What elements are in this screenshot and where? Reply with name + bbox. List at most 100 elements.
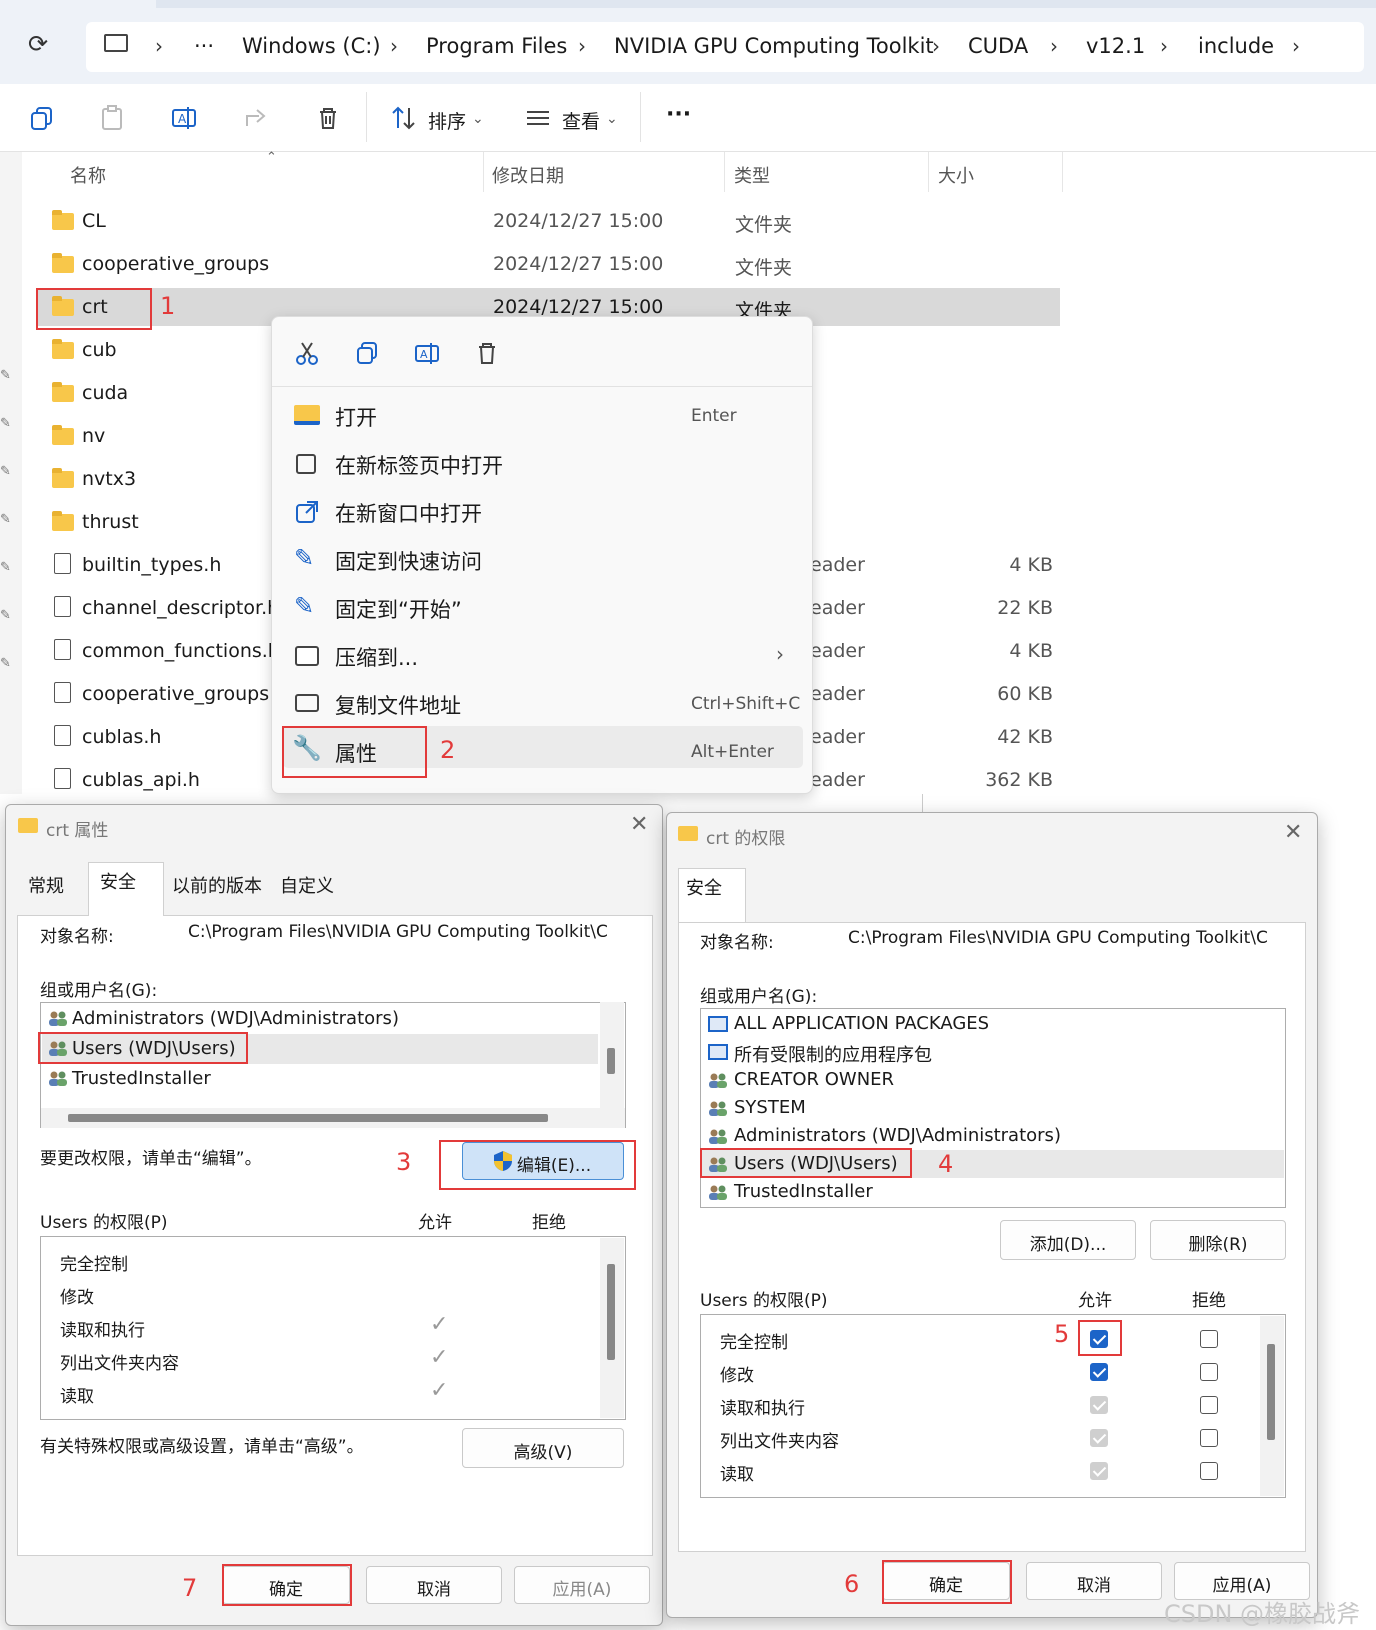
sort-button[interactable]: 排序 — [428, 107, 466, 134]
menu-item-compress[interactable]: 压缩到... — [335, 642, 418, 672]
cut-icon[interactable] — [294, 340, 320, 366]
column-header-date[interactable]: 修改日期 — [492, 162, 564, 188]
menu-item-copy-path[interactable]: 复制文件地址 — [335, 690, 461, 720]
menu-item-pin-quick-access[interactable]: 固定到快速访问 — [335, 546, 482, 576]
user-item[interactable]: Administrators (WDJ\Administrators) — [734, 1125, 1061, 1146]
user-item[interactable]: Administrators (WDJ\Administrators) — [72, 1008, 399, 1029]
user-item[interactable]: ALL APPLICATION PACKAGES — [734, 1013, 989, 1034]
file-name[interactable]: cuda — [82, 382, 128, 404]
advanced-button[interactable]: 高级(V) — [462, 1428, 624, 1468]
tab-custom[interactable]: 自定义 — [280, 872, 334, 898]
close-icon[interactable]: ✕ — [630, 812, 648, 837]
scrollbar-thumb[interactable] — [1267, 1344, 1275, 1440]
file-name[interactable]: channel_descriptor.h — [82, 597, 279, 619]
chevron-right-icon[interactable]: › — [1160, 34, 1168, 58]
copy-icon[interactable] — [354, 340, 380, 366]
apply-button[interactable]: 应用(A) — [514, 1566, 650, 1604]
tab-previous-versions[interactable]: 以前的版本 — [172, 872, 262, 898]
breadcrumb-version[interactable]: v12.1 — [1086, 34, 1145, 58]
breadcrumb-include[interactable]: include — [1198, 34, 1274, 58]
paste-icon[interactable] — [98, 104, 126, 132]
file-name[interactable]: cooperative_groups.h — [82, 683, 287, 705]
tab-security[interactable]: 安全 — [686, 874, 722, 900]
chevron-right-icon[interactable]: › — [390, 34, 398, 58]
menu-item-pin-start[interactable]: 固定到“开始” — [335, 594, 462, 624]
deny-checkbox[interactable] — [1200, 1462, 1218, 1480]
file-name[interactable]: CL — [82, 210, 106, 232]
zip-icon — [295, 646, 319, 666]
deny-checkbox[interactable] — [1200, 1396, 1218, 1414]
cancel-button[interactable]: 取消 — [1026, 1562, 1162, 1600]
remove-button[interactable]: 删除(R) — [1150, 1220, 1286, 1260]
delete-icon[interactable] — [474, 340, 500, 366]
chevron-right-icon[interactable]: › — [578, 34, 586, 58]
tab-security[interactable]: 安全 — [100, 868, 136, 894]
perm-name: 完全控制 — [60, 1255, 128, 1275]
scrollbar-thumb[interactable] — [607, 1048, 615, 1074]
chevron-down-icon[interactable]: ⌄ — [606, 111, 618, 127]
user-item[interactable]: TrustedInstaller — [734, 1181, 873, 1202]
column-divider[interactable] — [724, 152, 725, 192]
user-item[interactable]: SYSTEM — [734, 1097, 806, 1118]
delete-icon[interactable] — [314, 104, 342, 132]
chevron-right-icon[interactable]: › — [932, 34, 940, 58]
deny-checkbox[interactable] — [1200, 1363, 1218, 1381]
user-item[interactable]: CREATOR OWNER — [734, 1069, 894, 1090]
refresh-icon[interactable]: ⟳ — [28, 30, 48, 58]
scrollbar-thumb[interactable] — [68, 1114, 548, 1122]
column-header-type[interactable]: 类型 — [734, 162, 770, 188]
user-item[interactable]: 所有受限制的应用程序包 — [734, 1041, 932, 1067]
breadcrumb-drive[interactable]: Windows (C:) — [242, 34, 381, 58]
view-icon[interactable] — [524, 104, 552, 132]
file-name[interactable]: cooperative_groups — [82, 253, 269, 275]
chevron-right-icon[interactable]: › — [155, 34, 163, 58]
deny-checkbox[interactable] — [1200, 1429, 1218, 1447]
allow-checkbox — [1090, 1462, 1108, 1480]
chevron-right-icon[interactable]: › — [1292, 34, 1300, 58]
computer-icon[interactable] — [104, 34, 128, 52]
rename-icon[interactable]: A — [170, 104, 198, 132]
chevron-down-icon[interactable]: ⌄ — [472, 111, 484, 127]
rename-icon[interactable]: A — [414, 340, 440, 366]
column-divider[interactable] — [928, 152, 929, 192]
menu-item-open-new-tab[interactable]: 在新标签页中打开 — [335, 450, 503, 480]
file-size: 60 KB — [997, 683, 1053, 705]
file-name[interactable]: common_functions.h — [82, 640, 280, 662]
check-icon: ✓ — [430, 1345, 449, 1370]
chevron-right-icon[interactable]: › — [1050, 34, 1058, 58]
folder-icon — [52, 468, 74, 488]
cancel-button[interactable]: 取消 — [366, 1566, 502, 1604]
allow-checkbox[interactable] — [1090, 1363, 1108, 1381]
user-item[interactable]: TrustedInstaller — [72, 1068, 211, 1089]
deny-checkbox[interactable] — [1200, 1330, 1218, 1348]
breadcrumb-cuda[interactable]: CUDA — [968, 34, 1028, 58]
add-button[interactable]: 添加(D)... — [1000, 1220, 1136, 1260]
file-name[interactable]: thrust — [82, 511, 139, 533]
file-name[interactable]: cub — [82, 339, 117, 361]
allow-checkbox — [1090, 1396, 1108, 1414]
column-header-size[interactable]: 大小 — [938, 162, 974, 188]
file-size: 362 KB — [985, 769, 1053, 791]
breadcrumb-nvidia[interactable]: NVIDIA GPU Computing Toolkit — [614, 34, 934, 58]
file-name[interactable]: cublas_api.h — [82, 769, 200, 791]
file-name[interactable]: nv — [82, 425, 105, 447]
tab-general[interactable]: 常规 — [28, 872, 64, 898]
breadcrumb-program-files[interactable]: Program Files — [426, 34, 567, 58]
share-icon[interactable] — [242, 104, 270, 132]
more-options-icon[interactable]: ··· — [666, 102, 691, 127]
view-button[interactable]: 查看 — [562, 107, 600, 134]
pin-icon: ✎ — [0, 416, 11, 431]
close-icon[interactable]: ✕ — [1284, 820, 1302, 845]
column-divider[interactable] — [1062, 152, 1063, 192]
file-name[interactable]: nvtx3 — [82, 468, 136, 490]
menu-item-open-new-window[interactable]: 在新窗口中打开 — [335, 498, 482, 528]
breadcrumb-more[interactable]: ··· — [194, 34, 214, 58]
file-name[interactable]: builtin_types.h — [82, 554, 221, 576]
copy-icon[interactable] — [28, 104, 56, 132]
column-header-name[interactable]: 名称 — [70, 162, 106, 188]
scrollbar-thumb[interactable] — [607, 1264, 615, 1360]
sort-icon[interactable] — [390, 104, 418, 132]
menu-item-open[interactable]: 打开 — [335, 402, 377, 432]
column-divider[interactable] — [483, 152, 484, 192]
file-name[interactable]: cublas.h — [82, 726, 161, 748]
